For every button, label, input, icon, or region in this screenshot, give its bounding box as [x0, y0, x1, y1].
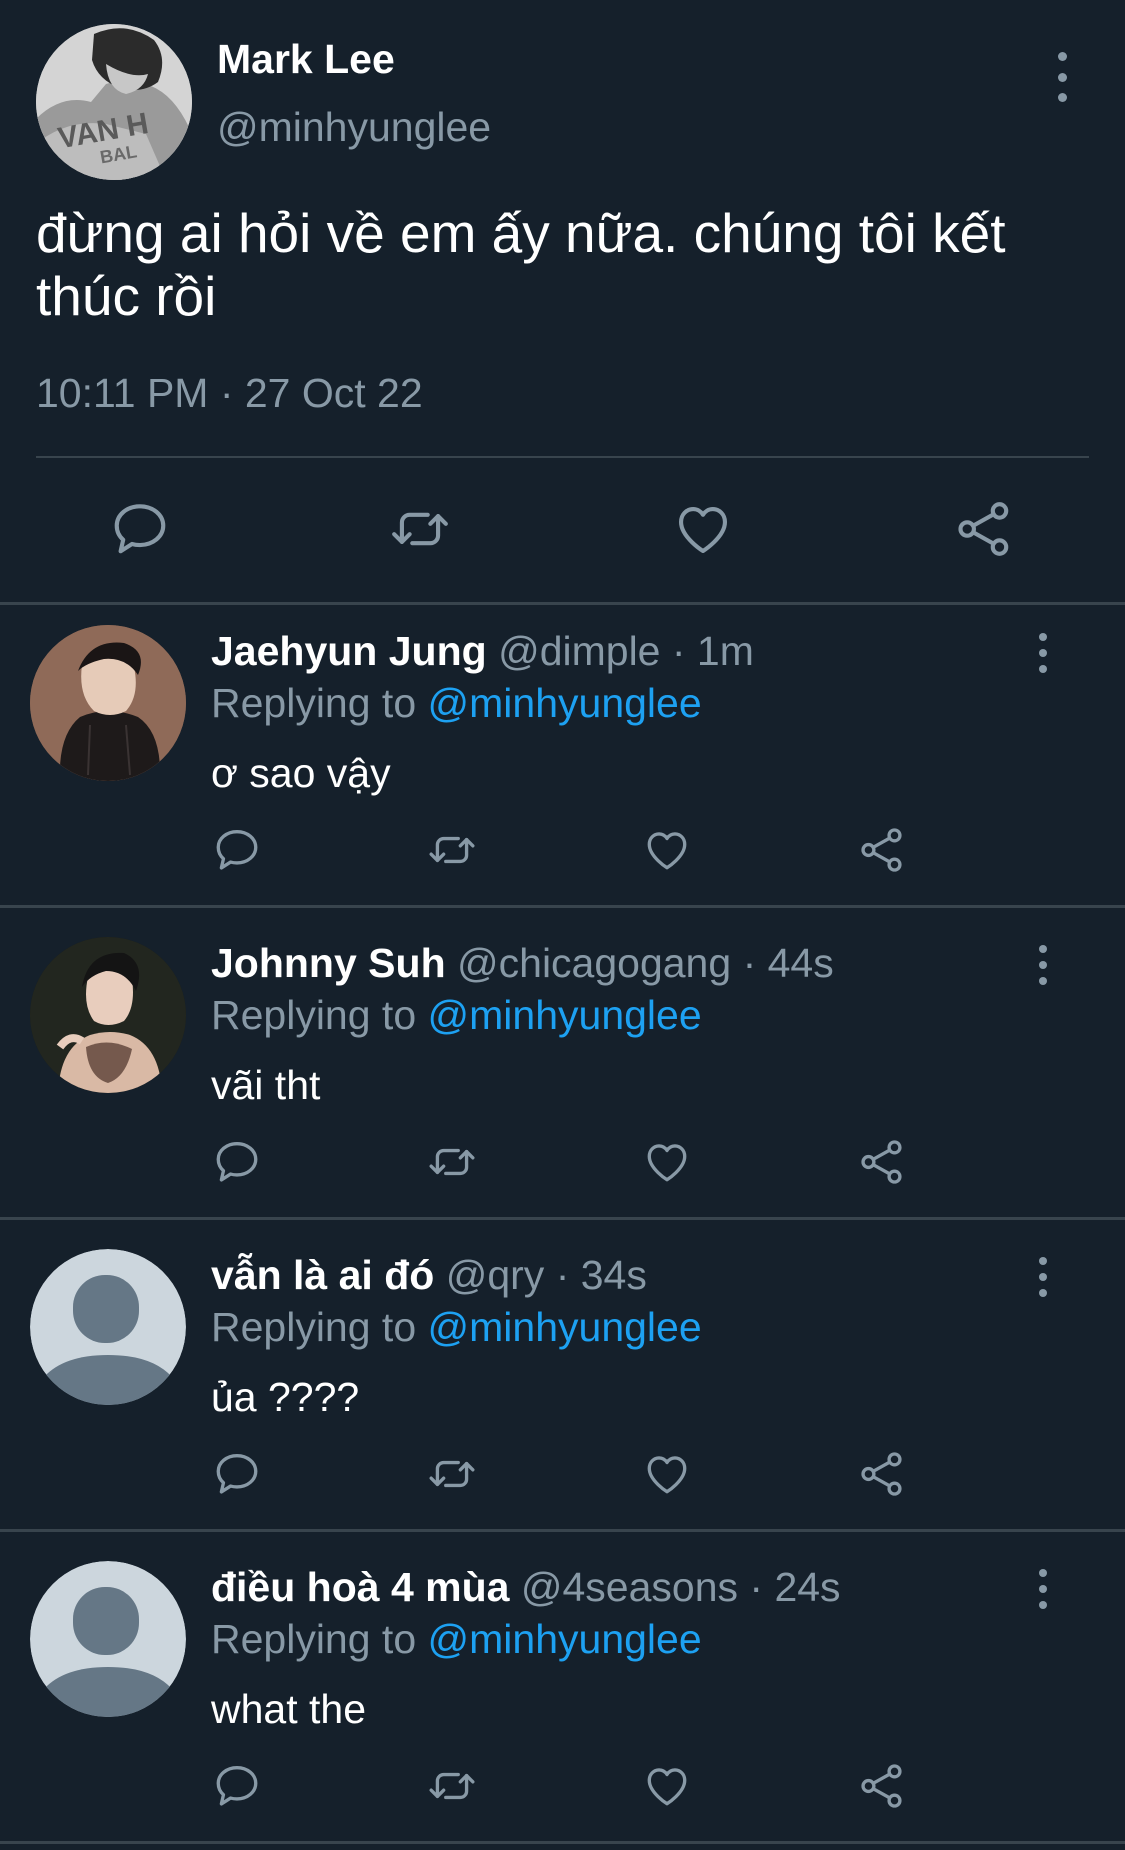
divider [0, 1529, 1125, 1532]
more-vertical-icon [1039, 1569, 1047, 1577]
share-icon [958, 502, 1009, 556]
divider [36, 456, 1089, 458]
author-name[interactable]: Jaehyun Jung [211, 628, 487, 674]
retweet-button[interactable] [427, 1449, 477, 1499]
divider [0, 1841, 1125, 1844]
default-avatar-icon [30, 1561, 186, 1717]
mention-link[interactable]: @minhyunglee [428, 1616, 702, 1662]
main-tweet: VAN H BAL Mark Lee @minhyunglee đừng ai … [0, 0, 1125, 603]
retweet-button[interactable] [427, 1137, 477, 1187]
share-button[interactable] [857, 1449, 907, 1499]
replying-to: Replying to @minhyunglee [211, 1301, 702, 1353]
reply-icon [216, 1142, 258, 1182]
more-vertical-icon [1039, 633, 1047, 641]
avatar[interactable] [30, 1561, 186, 1717]
share-button[interactable] [857, 1761, 907, 1811]
reply-button[interactable] [212, 1761, 262, 1811]
reply-button[interactable] [212, 1137, 262, 1187]
more-vertical-icon [1039, 945, 1047, 953]
author-name[interactable]: Mark Lee [217, 36, 395, 83]
heart-icon [647, 1456, 687, 1494]
more-options-button[interactable] [1029, 1569, 1057, 1609]
reply-time: · 34s [555, 1252, 647, 1298]
mention-link[interactable]: @minhyunglee [428, 992, 702, 1038]
mention-link[interactable]: @minhyunglee [428, 1304, 702, 1350]
reply-tweet[interactable]: vẫn là ai đó @qry · 34s Replying to @min… [0, 1229, 1125, 1538]
replying-to-label: Replying to [211, 992, 417, 1038]
author-name[interactable]: vẫn là ai đó [211, 1252, 434, 1298]
divider [0, 905, 1125, 908]
share-button[interactable] [857, 825, 907, 875]
like-button[interactable] [642, 1137, 692, 1187]
share-icon [861, 1764, 902, 1808]
retweet-icon [429, 1460, 475, 1488]
author-handle[interactable]: @minhyunglee [217, 104, 491, 151]
reply-icon [216, 1766, 258, 1806]
retweet-button[interactable] [427, 825, 477, 875]
like-button[interactable] [642, 825, 692, 875]
like-button[interactable] [642, 1449, 692, 1499]
retweet-icon [429, 1148, 475, 1176]
reply-button[interactable] [212, 825, 262, 875]
reply-tweet[interactable]: Johnny Suh @chicagogang · 44s Replying t… [0, 917, 1125, 1226]
heart-icon [678, 507, 728, 554]
heart-icon [647, 1144, 687, 1182]
reply-text: ơ sao vậy [211, 750, 391, 796]
more-options-button[interactable] [1029, 633, 1057, 673]
author-name[interactable]: Johnny Suh [211, 940, 446, 986]
more-vertical-icon [1039, 1257, 1047, 1265]
reply-icon [216, 830, 258, 870]
reply-tweet[interactable]: Jaehyun Jung @dimple · 1m Replying to @m… [0, 605, 1125, 914]
replying-to-label: Replying to [211, 1616, 417, 1662]
author-handle[interactable]: @chicagogang [457, 940, 731, 986]
share-button[interactable] [953, 498, 1015, 560]
replying-to-label: Replying to [211, 680, 417, 726]
retweet-icon [392, 512, 448, 546]
heart-icon [647, 832, 687, 870]
avatar[interactable] [30, 1249, 186, 1405]
reply-text: ủa ???? [211, 1374, 360, 1420]
more-options-button[interactable] [1047, 52, 1077, 102]
replying-to: Replying to @minhyunglee [211, 677, 702, 729]
more-options-button[interactable] [1029, 945, 1057, 985]
reply-tweet[interactable]: điều hoà 4 mùa @4seasons · 24s Replying … [0, 1541, 1125, 1850]
retweet-icon [429, 836, 475, 864]
reply-icon [216, 1454, 258, 1494]
reply-time: · 1m [671, 628, 754, 674]
avatar[interactable]: VAN H BAL [36, 24, 192, 180]
retweet-button[interactable] [427, 1761, 477, 1811]
author-handle[interactable]: @4seasons [521, 1564, 738, 1610]
retweet-button[interactable] [389, 498, 451, 560]
reply-button[interactable] [212, 1449, 262, 1499]
author-handle[interactable]: @qry [446, 1252, 545, 1298]
more-options-button[interactable] [1029, 1257, 1057, 1297]
reply-text: what the [211, 1686, 366, 1732]
avatar[interactable] [30, 625, 186, 781]
author-name[interactable]: điều hoà 4 mùa [211, 1564, 509, 1610]
share-icon [861, 1140, 902, 1184]
replying-to: Replying to @minhyunglee [211, 1613, 702, 1665]
reply-time: · 24s [749, 1564, 841, 1610]
default-avatar-icon [30, 1249, 186, 1405]
reply-text: vãi tht [211, 1062, 321, 1108]
reply-icon [114, 504, 166, 554]
author-handle[interactable]: @dimple [498, 628, 660, 674]
share-icon [861, 1452, 902, 1496]
tweet-text: đừng ai hỏi về em ấy nữa. chúng tôi kết … [36, 202, 1006, 327]
heart-icon [647, 1768, 687, 1806]
mention-link[interactable]: @minhyunglee [428, 680, 702, 726]
reply-time: · 44s [742, 940, 834, 986]
share-icon [861, 828, 902, 872]
like-button[interactable] [672, 498, 734, 560]
retweet-icon [429, 1772, 475, 1800]
divider [0, 1217, 1125, 1220]
reply-button[interactable] [109, 498, 171, 560]
share-button[interactable] [857, 1137, 907, 1187]
replying-to: Replying to @minhyunglee [211, 989, 702, 1041]
tweet-timestamp[interactable]: 10:11 PM · 27 Oct 22 [36, 370, 423, 417]
replying-to-label: Replying to [211, 1304, 417, 1350]
like-button[interactable] [642, 1761, 692, 1811]
avatar[interactable] [30, 937, 186, 1093]
more-vertical-icon [1057, 52, 1067, 61]
